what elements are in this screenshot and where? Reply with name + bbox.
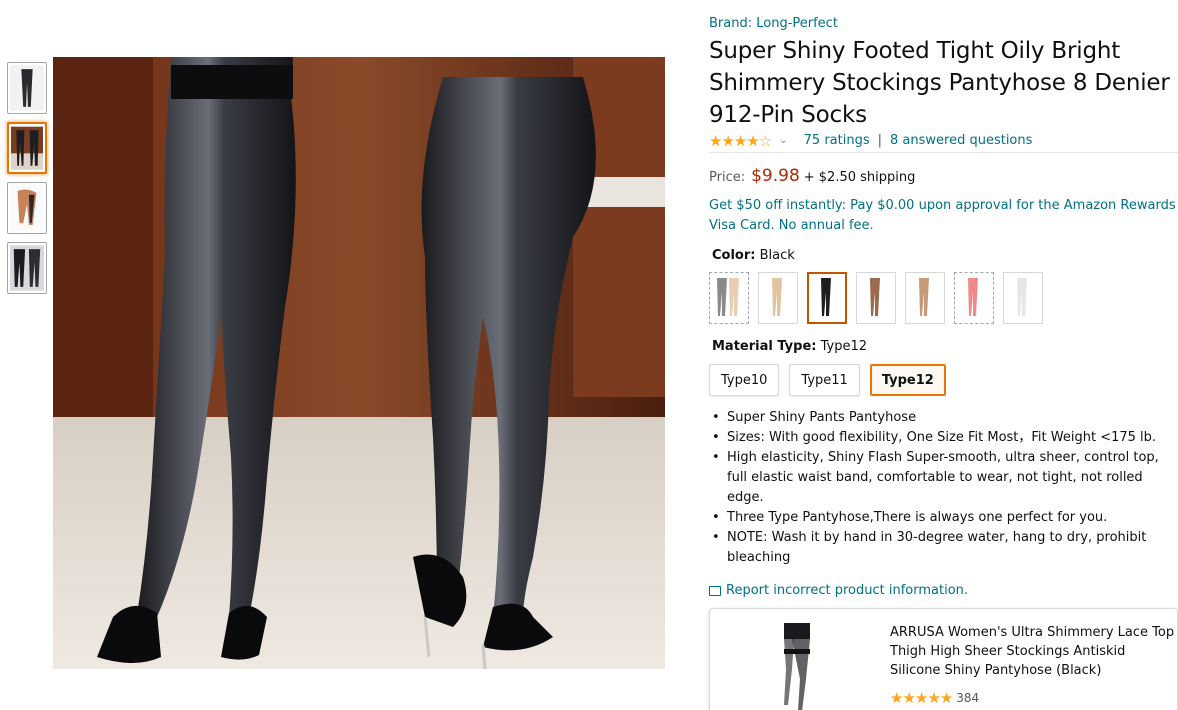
color-swatch-nude[interactable] (758, 272, 798, 324)
thumbnail-2[interactable] (7, 122, 47, 174)
sponsored-rating: ★★★★★ 384 (890, 689, 979, 707)
thumbnail-1-image (10, 65, 44, 111)
color-swatch-multi[interactable] (709, 272, 749, 324)
shipping-cost: + $2.50 shipping (803, 170, 916, 185)
type11-button[interactable]: Type11 (789, 364, 860, 396)
sponsored-product-card[interactable]: ARRUSA Women's Ultra Shimmery Lace Top T… (709, 608, 1178, 710)
swatch-image (821, 278, 831, 316)
thumbnail-3-image (10, 185, 44, 231)
chevron-down-icon[interactable]: ⌄ (779, 135, 787, 146)
rating-row: ★★★★☆ ⌄ 75 ratings | 8 answered question… (709, 131, 1178, 153)
feature-bullet: NOTE: Wash it by hand in 30-degree water… (709, 528, 1178, 568)
material-label: Material Type: (712, 339, 817, 354)
feature-bullet: High elasticity, Shiny Flash Super-smoot… (709, 448, 1178, 508)
report-incorrect-info-link[interactable]: Report incorrect product information. (709, 583, 1178, 598)
brand-link[interactable]: Brand: Long-Perfect (709, 14, 1178, 33)
sponsored-star-icon: ★★★★★ (890, 689, 953, 707)
price-row: Price: $9.98 + $2.50 shipping (709, 166, 1178, 186)
swatch-image (1017, 278, 1027, 316)
material-type-options: Type10 Type11 Type12 (709, 364, 1178, 396)
product-title: Super Shiny Footed Tight Oily Bright Shi… (709, 38, 1170, 128)
color-swatch-list (709, 272, 1178, 324)
thumbnail-1[interactable] (7, 62, 47, 114)
material-selected-value: Type12 (820, 339, 868, 354)
feature-bullet: Three Type Pantyhose,There is always one… (709, 508, 1178, 528)
color-swatch-pink[interactable] (954, 272, 994, 324)
thumbnail-4-image (10, 245, 44, 291)
color-swatch-black[interactable] (807, 272, 847, 324)
ratings-count-link[interactable]: 75 ratings (804, 133, 870, 148)
separator: | (877, 133, 882, 148)
color-swatch-tan[interactable] (905, 272, 945, 324)
swatch-image (870, 278, 880, 316)
report-link-text: Report incorrect product information. (726, 583, 969, 598)
product-info: Brand: Long-Perfect Super Shiny Footed T… (709, 14, 1178, 598)
price-amount: $9.98 (751, 166, 800, 186)
comment-icon (709, 585, 721, 596)
sponsored-review-count[interactable]: 384 (956, 691, 979, 705)
type12-button[interactable]: Type12 (869, 364, 946, 396)
type10-button[interactable]: Type10 (709, 364, 780, 396)
feature-bullets: Super Shiny Pants Pantyhose Sizes: With … (709, 408, 1178, 568)
color-selected-value: Black (759, 248, 795, 263)
main-product-image[interactable] (53, 57, 665, 669)
feature-bullet: Sizes: With good flexibility, One Size F… (709, 428, 1178, 448)
price-label: Price: (709, 170, 746, 185)
feature-bullet: Super Shiny Pants Pantyhose (709, 408, 1178, 428)
answered-questions-link[interactable]: 8 answered questions (890, 133, 1032, 148)
thumbnail-2-image (11, 126, 43, 170)
material-selection-label: Material Type: Type12 (709, 339, 1178, 354)
star-rating-icon[interactable]: ★★★★☆ (709, 132, 772, 150)
color-label: Color: (712, 248, 756, 263)
thumbnail-4[interactable] (7, 242, 47, 294)
color-swatch-white[interactable] (1003, 272, 1043, 324)
sponsored-product-title[interactable]: ARRUSA Women's Ultra Shimmery Lace Top T… (890, 623, 1175, 680)
color-swatch-brown[interactable] (856, 272, 896, 324)
color-selection-label: Color: Black (709, 248, 1178, 263)
swatch-image (717, 278, 739, 316)
swatch-image (919, 278, 929, 316)
thumbnail-list (7, 62, 47, 302)
sponsored-product-image (770, 619, 840, 710)
thumbnail-3[interactable] (7, 182, 47, 234)
rewards-card-promo-link[interactable]: Get $50 off instantly: Pay $0.00 upon ap… (709, 196, 1178, 236)
product-photo (53, 57, 665, 669)
swatch-image (772, 278, 782, 316)
swatch-image (968, 278, 978, 316)
